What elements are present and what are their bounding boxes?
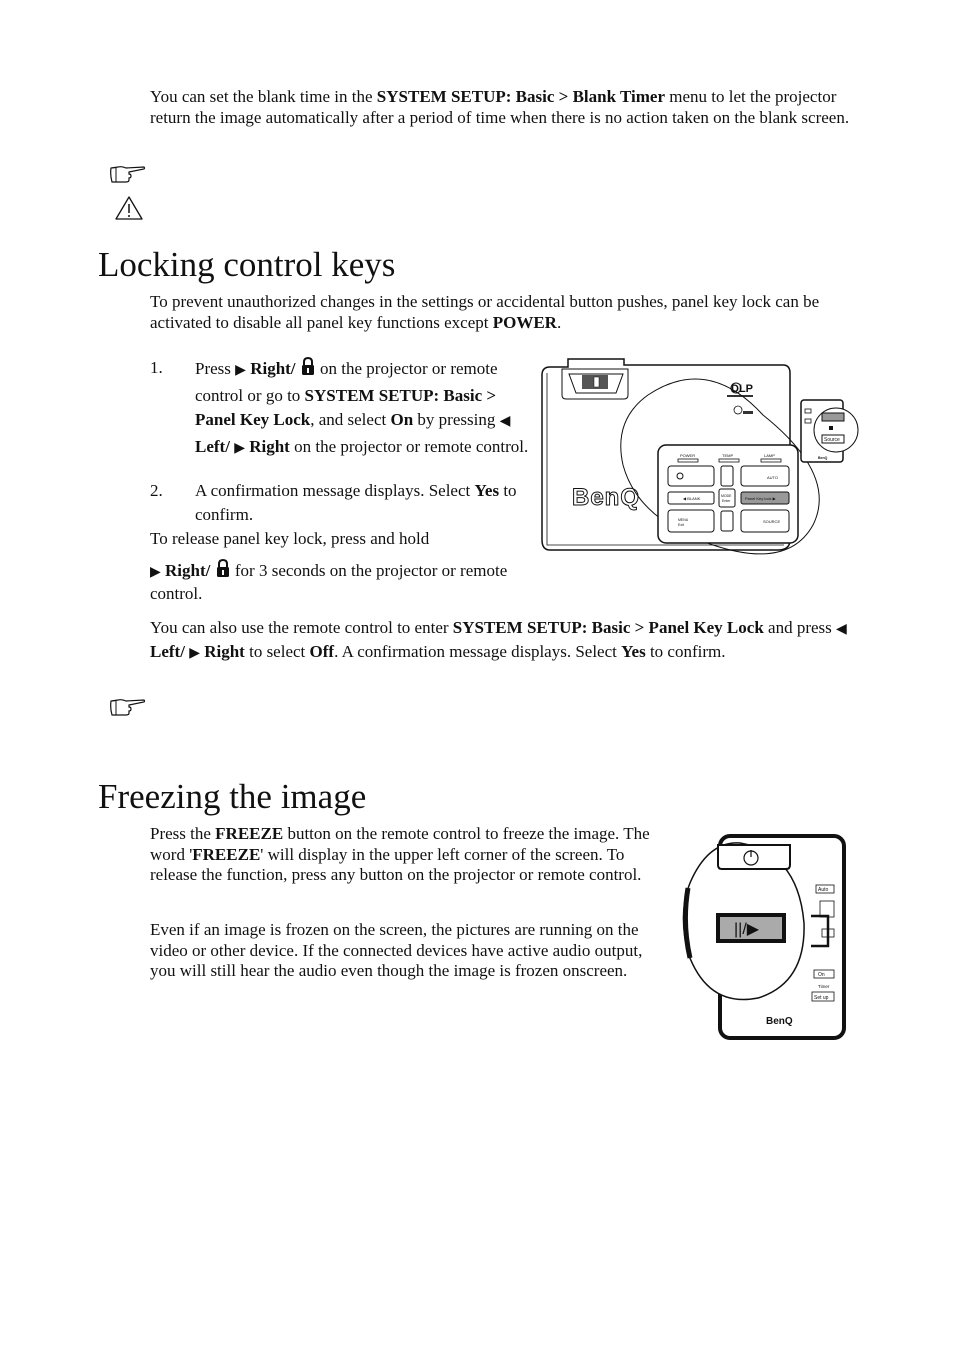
left-key-label: Left/ (195, 436, 230, 456)
projector-control-panel-figure: DLP BenQ POWER TEMP LAMP AUTO ◀ BLANK MO… (541, 358, 859, 555)
step-1-text: Press ▶ Right/ on the projector or remot… (195, 356, 530, 461)
text: . A confirmation message displays. Selec… (334, 642, 622, 661)
remote-freeze-figure: Auto On Timer Set up BenQ ||/▶ (682, 834, 846, 1040)
auto-button-label: AUTO (767, 475, 778, 480)
right-key-label: Right (204, 642, 245, 661)
power-label: POWER (492, 312, 557, 332)
left-key-label: Left/ (150, 642, 185, 661)
pointing-hand-icon (110, 166, 146, 183)
text: You can set the blank time in the (150, 87, 377, 106)
right-arrow-icon: ▶ (150, 564, 161, 580)
text: To release panel key lock, press and hol… (150, 529, 430, 548)
dlp-logo-text: DLP (731, 383, 753, 395)
yes-option: Yes (621, 642, 646, 661)
step-2-text: A confirmation message displays. Select … (195, 479, 535, 527)
text: To prevent unauthorized changes in the s… (150, 292, 820, 332)
text: . (556, 312, 562, 332)
section-title-freezing: Freezing the image (98, 777, 367, 816)
text: A confirmation message displays. Select (195, 481, 475, 500)
release-line: ▶ Right/ for 3 seconds on the projector … (150, 558, 530, 604)
menu-path: SYSTEM SETUP: Basic > Blank Timer (376, 87, 665, 106)
release-instruction: To release panel key lock, press and hol… (150, 527, 530, 604)
warning-triangle-icon (115, 196, 143, 220)
text: on the projector or remote control. (289, 436, 529, 456)
blank-timer-paragraph: You can set the blank time in the SYSTEM… (150, 87, 860, 128)
power-indicator-label: POWER (680, 453, 695, 458)
on-label: On (818, 972, 825, 978)
left-arrow-icon: ◀ (836, 622, 847, 637)
text: You can also use the remote control to e… (150, 618, 453, 637)
lock-icon (216, 558, 229, 577)
yes-option: Yes (474, 481, 500, 500)
text: Press (195, 359, 236, 378)
right-key-label: Right/ (250, 359, 296, 378)
text: to confirm. (645, 642, 726, 661)
source-button-label: SOURCE (763, 519, 780, 524)
enter-button-label: Enter (722, 499, 731, 503)
benq-logo: BenQ (572, 484, 640, 511)
menu-path: SYSTEM SETUP: Basic > Panel Key Lock (452, 618, 764, 637)
right-arrow-icon: ▶ (234, 440, 245, 456)
remote-source-label: Source (824, 437, 840, 443)
remote-brand: BenQ (818, 456, 828, 460)
text: by pressing (413, 410, 500, 429)
menu-button-label: MENU (678, 518, 689, 522)
exit-button-label: Exit (678, 523, 684, 527)
remote-brand: BenQ (766, 1016, 793, 1027)
remote-control-paragraph: You can also use the remote control to e… (150, 617, 850, 665)
left-arrow-icon: ◀ (499, 414, 511, 429)
lamp-indicator-label: LAMP (764, 453, 775, 458)
mode-button-label: MODE (721, 494, 732, 498)
freeze-button-glyph: ||/▶ (734, 921, 760, 938)
blank-button-label: ◀ BLANK (683, 496, 701, 501)
text: , and select (310, 410, 391, 429)
off-option: Off (309, 642, 335, 661)
temp-indicator-label: TEMP (722, 453, 733, 458)
freeze-paragraph-1: Press the FREEZE button on the remote co… (150, 824, 660, 886)
text: Press the (150, 824, 216, 843)
step-number: 2. (150, 481, 163, 500)
auto-label: Auto (818, 887, 829, 893)
right-arrow-icon: ▶ (235, 363, 246, 378)
right-key-label: Right (249, 436, 290, 456)
lock-icon (301, 356, 314, 375)
panel-key-lock-button-label: Panel Key lock ▶ (745, 496, 777, 501)
setup-label: Set up (814, 995, 829, 1001)
text: to select (244, 642, 310, 661)
locking-intro-paragraph: To prevent unauthorized changes in the s… (150, 292, 860, 333)
freeze-paragraph-2: Even if an image is frozen on the screen… (150, 920, 643, 980)
pointing-hand-icon (110, 699, 146, 716)
freeze-word: FREEZE (192, 844, 261, 864)
step-number: 1. (150, 358, 163, 377)
freeze-button-label: FREEZE (215, 824, 284, 843)
right-arrow-icon: ▶ (189, 646, 200, 661)
right-key-label: Right/ (165, 560, 211, 580)
on-option: On (390, 410, 414, 429)
timer-label: Timer (818, 984, 830, 989)
text: and press (763, 618, 837, 637)
section-title-locking: Locking control keys (98, 245, 396, 284)
